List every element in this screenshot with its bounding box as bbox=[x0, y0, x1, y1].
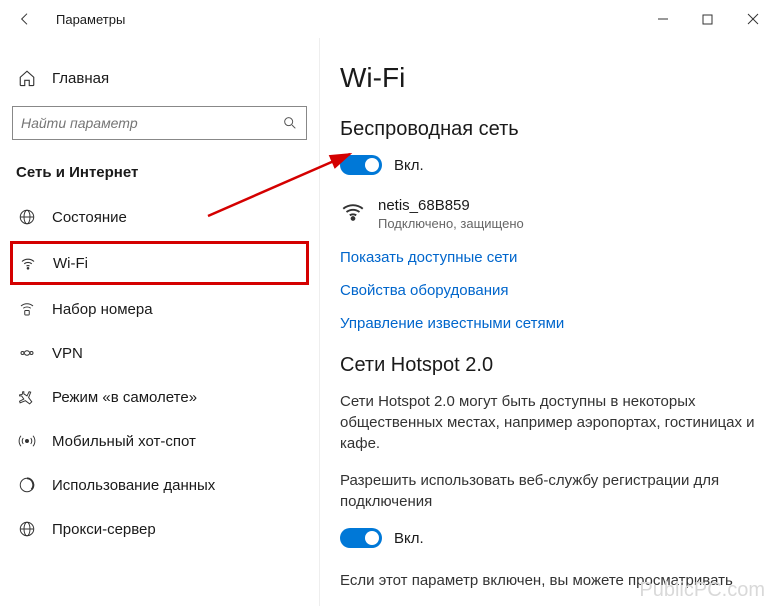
search-input[interactable] bbox=[21, 115, 282, 131]
connected-network[interactable]: netis_68B859 Подключено, защищено bbox=[340, 197, 755, 231]
airplane-icon bbox=[18, 388, 36, 406]
sidebar-item-label: Набор номера bbox=[52, 301, 153, 318]
link-manage-known[interactable]: Управление известными сетями bbox=[340, 315, 755, 332]
sidebar-home-label: Главная bbox=[52, 70, 109, 87]
sidebar-item-proxy[interactable]: Прокси-сервер bbox=[12, 507, 307, 551]
home-icon bbox=[18, 69, 36, 87]
hotspot-header: Сети Hotspot 2.0 bbox=[340, 354, 755, 377]
page-title: Wi-Fi bbox=[340, 62, 755, 94]
sidebar-home[interactable]: Главная bbox=[12, 58, 307, 98]
sidebar-item-dialup[interactable]: Набор номера bbox=[12, 287, 307, 331]
sidebar-section-header: Сеть и Интернет bbox=[12, 160, 307, 195]
sidebar-item-label: Прокси-сервер bbox=[52, 521, 156, 538]
maximize-button[interactable] bbox=[685, 4, 730, 34]
dialup-icon bbox=[18, 300, 36, 318]
data-usage-icon bbox=[18, 476, 36, 494]
sidebar-item-airplane[interactable]: Режим «в самолете» bbox=[12, 375, 307, 419]
wireless-header: Беспроводная сеть bbox=[340, 118, 755, 141]
network-status: Подключено, защищено bbox=[378, 216, 524, 231]
hotspot-icon bbox=[18, 432, 36, 450]
globe-icon bbox=[18, 208, 36, 226]
window-title: Параметры bbox=[56, 12, 125, 27]
back-button[interactable] bbox=[10, 4, 40, 34]
sidebar-item-wifi[interactable]: Wi-Fi bbox=[10, 241, 309, 285]
sidebar-item-label: Режим «в самолете» bbox=[52, 389, 197, 406]
sidebar-item-label: Wi-Fi bbox=[53, 255, 88, 272]
sidebar-item-label: Использование данных bbox=[52, 477, 215, 494]
search-input-container[interactable] bbox=[12, 106, 307, 140]
sidebar-item-label: VPN bbox=[52, 345, 83, 362]
hotspot-description: Сети Hotspot 2.0 могут быть доступны в н… bbox=[340, 391, 755, 454]
wifi-toggle[interactable] bbox=[340, 155, 382, 175]
hotspot-toggle-label: Вкл. bbox=[394, 530, 424, 547]
minimize-button[interactable] bbox=[640, 4, 685, 34]
proxy-icon bbox=[18, 520, 36, 538]
search-icon bbox=[282, 115, 298, 131]
hotspot-permission-text: Разрешить использовать веб-службу регист… bbox=[340, 470, 755, 512]
link-show-networks[interactable]: Показать доступные сети bbox=[340, 249, 755, 266]
link-hardware-props[interactable]: Свойства оборудования bbox=[340, 282, 755, 299]
wifi-icon bbox=[19, 254, 37, 272]
sidebar-item-datausage[interactable]: Использование данных bbox=[12, 463, 307, 507]
sidebar-item-hotspot[interactable]: Мобильный хот-спот bbox=[12, 419, 307, 463]
hotspot-registration-toggle[interactable] bbox=[340, 528, 382, 548]
close-button[interactable] bbox=[730, 4, 775, 34]
vpn-icon bbox=[18, 344, 36, 362]
network-name: netis_68B859 bbox=[378, 197, 524, 214]
sidebar-item-status[interactable]: Состояние bbox=[12, 195, 307, 239]
wifi-toggle-label: Вкл. bbox=[394, 157, 424, 174]
wifi-signal-icon bbox=[340, 199, 366, 225]
sidebar-item-label: Мобильный хот-спот bbox=[52, 433, 196, 450]
hotspot-footer-text: Если этот параметр включен, вы можете пр… bbox=[340, 570, 755, 591]
sidebar-item-vpn[interactable]: VPN bbox=[12, 331, 307, 375]
sidebar-item-label: Состояние bbox=[52, 209, 127, 226]
